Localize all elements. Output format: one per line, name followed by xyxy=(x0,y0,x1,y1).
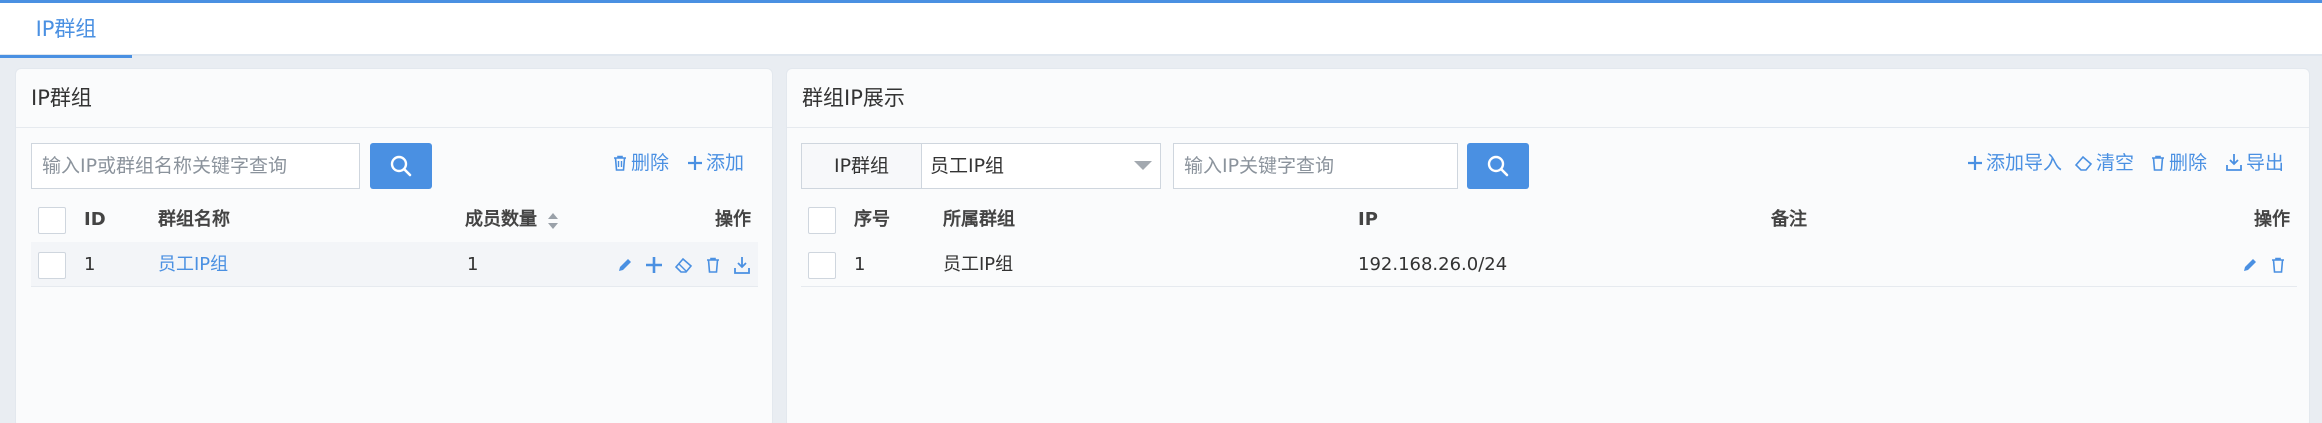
panel-title: 群组IP展示 xyxy=(787,69,2309,128)
clear-label: 清空 xyxy=(2096,152,2135,174)
add-import-label: 添加导入 xyxy=(1986,152,2063,174)
sort-icon[interactable] xyxy=(546,211,560,231)
row-group: 员工IP组 xyxy=(943,254,1014,275)
row-group-name-link[interactable]: 员工IP组 xyxy=(158,242,228,287)
ip-search-input[interactable] xyxy=(1173,143,1458,189)
row-id: 1 xyxy=(84,254,96,275)
export-icon[interactable] xyxy=(732,255,752,275)
search-icon xyxy=(390,155,412,177)
col-operations: 操作 xyxy=(2254,209,2290,230)
chevron-down-icon[interactable] xyxy=(1134,161,1152,170)
trash-icon[interactable] xyxy=(2269,256,2287,274)
col-note: 备注 xyxy=(1771,209,1807,230)
row-operations xyxy=(2241,242,2287,287)
export-icon xyxy=(2226,154,2242,171)
add-import-button[interactable]: 添加导入 xyxy=(1966,148,2062,178)
group-search-button[interactable] xyxy=(370,143,432,189)
table-row: 1 员工IP组 192.168.26.0/24 xyxy=(801,242,2297,287)
ip-group-select[interactable]: IP群组 员工IP组 xyxy=(801,143,1161,189)
col-member-count-label: 成员数量 xyxy=(465,209,537,230)
export-button[interactable]: 导出 xyxy=(2224,148,2284,178)
delete-label: 删除 xyxy=(631,152,670,174)
trash-icon xyxy=(2152,155,2164,171)
ip-delete-button[interactable]: 删除 xyxy=(2149,148,2207,178)
col-group-name: 群组名称 xyxy=(158,209,230,230)
group-add-button[interactable]: 添加 xyxy=(686,148,744,178)
ip-search-button[interactable] xyxy=(1467,143,1529,189)
clear-button[interactable]: 清空 xyxy=(2074,148,2134,178)
col-member-count[interactable]: 成员数量 xyxy=(465,197,537,242)
col-id: ID xyxy=(84,209,106,230)
tab-bar: IP群组 xyxy=(0,3,2322,58)
ip-table-header: 序号 所属群组 IP 备注 操作 xyxy=(801,197,2297,242)
select-value[interactable]: 员工IP组 xyxy=(922,144,1160,188)
eraser-icon xyxy=(2074,155,2093,171)
col-ip: IP xyxy=(1358,209,1378,230)
delete-label: 删除 xyxy=(2169,152,2208,174)
search-icon xyxy=(1487,155,1509,177)
row-ip: 192.168.26.0/24 xyxy=(1358,254,1508,275)
row-checkbox[interactable] xyxy=(38,252,66,279)
select-label: IP群组 xyxy=(802,144,922,188)
tab-label: IP群组 xyxy=(35,17,97,41)
add-member-icon[interactable] xyxy=(644,255,664,275)
tab-ip-group[interactable]: IP群组 xyxy=(0,3,132,58)
trash-icon xyxy=(614,155,626,171)
group-search-input[interactable] xyxy=(31,143,360,189)
edit-icon[interactable] xyxy=(616,256,634,274)
row-checkbox[interactable] xyxy=(808,252,836,279)
trash-icon[interactable] xyxy=(704,256,722,274)
select-all-checkbox[interactable] xyxy=(808,207,836,234)
row-operations xyxy=(616,242,752,287)
col-operations: 操作 xyxy=(715,209,751,230)
plus-icon xyxy=(688,156,702,170)
plus-icon xyxy=(1968,156,1982,170)
tab-active-indicator xyxy=(0,55,132,58)
row-member-count: 1 xyxy=(467,254,479,275)
clear-eraser-icon[interactable] xyxy=(674,256,694,274)
col-group: 所属群组 xyxy=(943,209,1015,230)
table-row: 1 员工IP组 1 xyxy=(31,242,758,287)
panel-title: IP群组 xyxy=(16,69,772,128)
group-table-header: ID 群组名称 成员数量 操作 xyxy=(31,197,758,242)
col-seq: 序号 xyxy=(854,209,890,230)
edit-icon[interactable] xyxy=(2241,256,2259,274)
add-label: 添加 xyxy=(706,152,745,174)
group-delete-button[interactable]: 删除 xyxy=(611,148,669,178)
export-label: 导出 xyxy=(2246,152,2285,174)
row-seq: 1 xyxy=(854,254,866,275)
select-all-checkbox[interactable] xyxy=(38,207,66,234)
